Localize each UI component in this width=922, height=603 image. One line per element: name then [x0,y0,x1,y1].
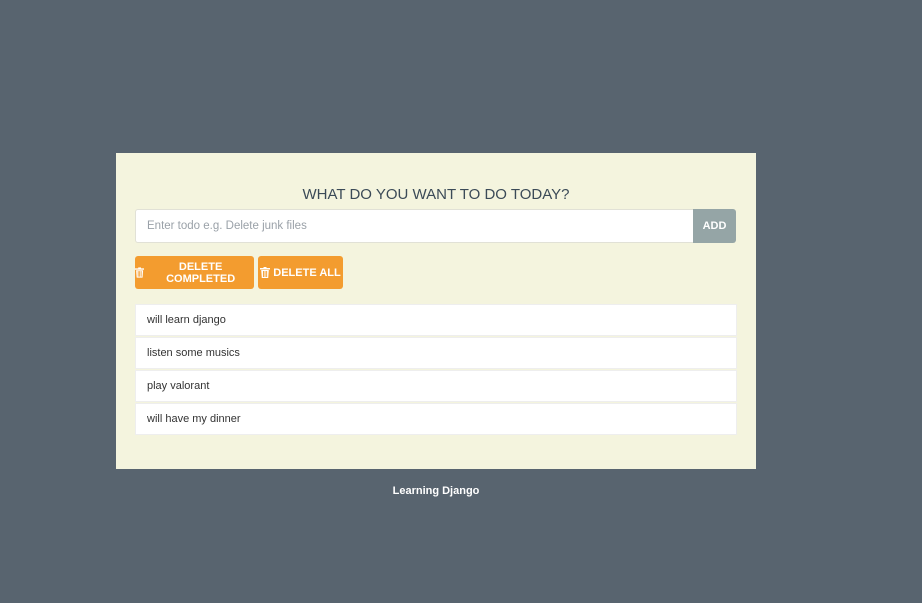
delete-all-label: DELETE ALL [273,266,341,279]
todo-item[interactable]: will have my dinner [135,403,737,435]
todo-item[interactable]: play valorant [135,370,737,402]
todo-item[interactable]: will learn django [135,304,737,336]
todo-item-text: will learn django [147,314,226,326]
todo-item-text: play valorant [147,380,210,392]
add-button[interactable]: ADD [693,209,736,243]
todo-item-text: will have my dinner [147,413,241,425]
trash-icon [260,267,271,278]
delete-all-button[interactable]: DELETE ALL [258,256,343,289]
todo-item-text: listen some musics [147,347,240,359]
footer-text: Learning Django [392,485,480,497]
page-title: WHAT DO YOU WANT TO DO TODAY? [302,186,570,203]
todo-item[interactable]: listen some musics [135,337,737,369]
delete-completed-label: DELETE COMPLETED [166,260,236,285]
trash-icon [135,267,145,278]
todo-input[interactable] [135,209,693,243]
delete-completed-button[interactable]: DELETE COMPLETED [135,256,254,289]
add-todo-form: ADD [135,209,736,243]
todo-list: will learn django listen some musics pla… [135,304,737,436]
todo-card: WHAT DO YOU WANT TO DO TODAY? ADD DELETE… [116,153,756,469]
